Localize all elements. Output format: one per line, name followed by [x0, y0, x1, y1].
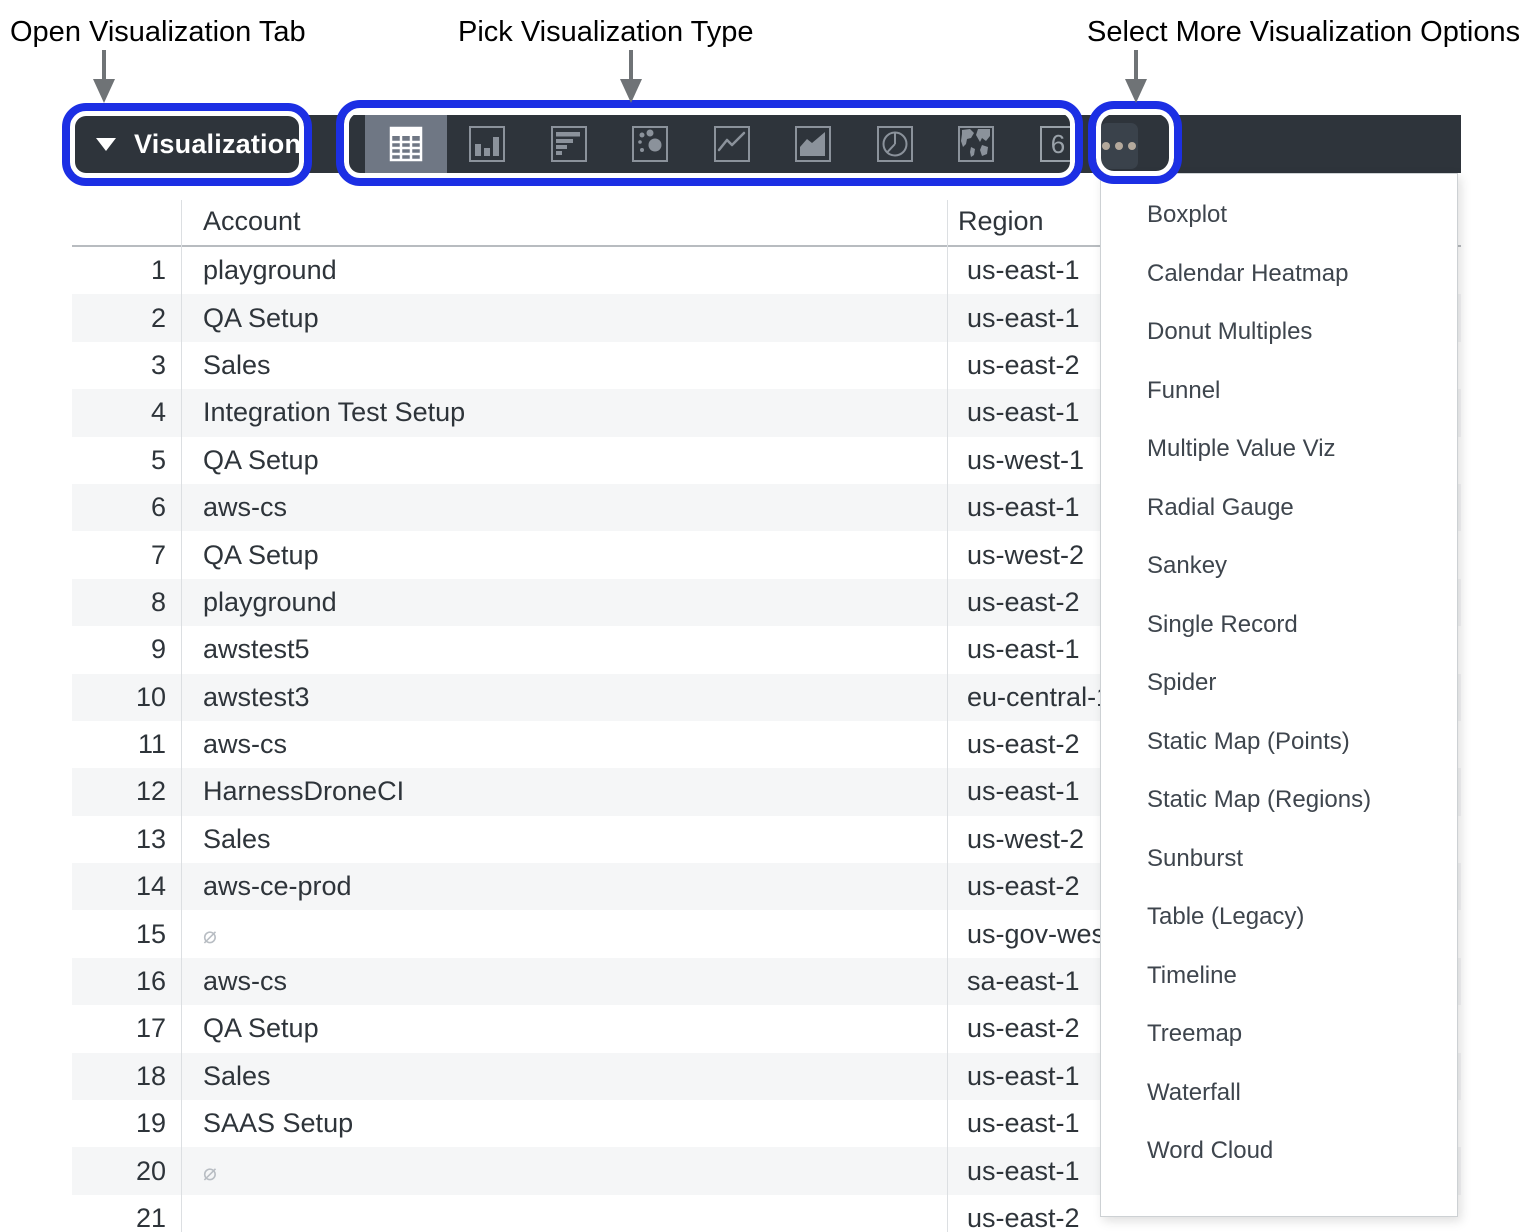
cell-account[interactable]: Sales — [181, 824, 947, 855]
cell-account[interactable]: HarnessDroneCI — [181, 776, 947, 807]
scatter-chart-icon[interactable] — [631, 125, 669, 163]
row-number: 12 — [72, 776, 181, 807]
menu-item-table-legacy[interactable]: Table (Legacy) — [1101, 888, 1457, 947]
cell-account[interactable]: Integration Test Setup — [181, 397, 947, 428]
cell-account[interactable]: awstest3 — [181, 682, 947, 713]
menu-item-boxplot[interactable]: Boxplot — [1101, 186, 1457, 245]
row-number: 21 — [72, 1203, 181, 1232]
cell-account[interactable]: Sales — [181, 350, 947, 381]
cell-account[interactable]: QA Setup — [181, 540, 947, 571]
menu-item-waterfall[interactable]: Waterfall — [1101, 1064, 1457, 1123]
cell-account[interactable]: QA Setup — [181, 445, 947, 476]
single-value-icon[interactable]: 6 — [1039, 125, 1077, 163]
row-number: 4 — [72, 397, 181, 428]
row-number: 17 — [72, 1013, 181, 1044]
svg-text:6: 6 — [1051, 129, 1065, 159]
row-number: 6 — [72, 492, 181, 523]
row-number: 2 — [72, 303, 181, 334]
cell-account[interactable]: aws-cs — [181, 966, 947, 997]
menu-item-word-cloud[interactable]: Word Cloud — [1101, 1122, 1457, 1181]
column-header-region[interactable]: Region — [958, 206, 1044, 237]
menu-item-timeline[interactable]: Timeline — [1101, 947, 1457, 1006]
region-column-separator — [947, 200, 948, 1232]
cell-account[interactable]: SAAS Setup — [181, 1108, 947, 1139]
menu-item-sunburst[interactable]: Sunburst — [1101, 830, 1457, 889]
cell-account[interactable]: Sales — [181, 1061, 947, 1092]
cell-account[interactable]: ⌀ — [181, 919, 947, 950]
cell-account[interactable]: playground — [181, 587, 947, 618]
row-number-separator — [181, 200, 182, 1232]
menu-item-static-map-points[interactable]: Static Map (Points) — [1101, 713, 1457, 772]
menu-item-spider[interactable]: Spider — [1101, 654, 1457, 713]
pie-chart-icon[interactable] — [876, 125, 914, 163]
null-value-icon: ⌀ — [203, 922, 217, 948]
row-number: 14 — [72, 871, 181, 902]
cell-account[interactable]: QA Setup — [181, 1013, 947, 1044]
cell-account[interactable]: awstest5 — [181, 634, 947, 665]
menu-item-calendar-heatmap[interactable]: Calendar Heatmap — [1101, 245, 1457, 304]
row-number: 1 — [72, 255, 181, 286]
cell-account[interactable]: aws-ce-prod — [181, 871, 947, 902]
cell-account[interactable]: ⌀ — [181, 1156, 947, 1187]
row-number: 20 — [72, 1156, 181, 1187]
row-number: 7 — [72, 540, 181, 571]
area-chart-icon[interactable] — [794, 125, 832, 163]
row-number: 3 — [72, 350, 181, 381]
visualization-toolbar: Visualization — [72, 115, 1461, 173]
column-chart-icon[interactable] — [468, 125, 506, 163]
cell-account[interactable]: aws-cs — [181, 492, 947, 523]
row-number: 5 — [72, 445, 181, 476]
row-number: 10 — [72, 682, 181, 713]
menu-item-sankey[interactable]: Sankey — [1101, 537, 1457, 596]
null-value-icon: ⌀ — [203, 1159, 217, 1185]
row-number: 9 — [72, 634, 181, 665]
visualization-tab[interactable]: Visualization — [72, 115, 302, 173]
annotation-open-visualization-tab: Open Visualization Tab — [10, 16, 306, 49]
cell-account[interactable]: QA Setup — [181, 303, 947, 334]
page: { "annotations": { "open_tab": "Open Vis… — [0, 0, 1528, 1232]
row-number: 16 — [72, 966, 181, 997]
row-number: 19 — [72, 1108, 181, 1139]
visualization-tab-label: Visualization — [134, 129, 301, 160]
annotation-pick-visualization-type: Pick Visualization Type — [458, 16, 754, 49]
menu-item-radial-gauge[interactable]: Radial Gauge — [1101, 479, 1457, 538]
menu-item-donut-multiples[interactable]: Donut Multiples — [1101, 303, 1457, 362]
row-number: 15 — [72, 919, 181, 950]
row-number: 11 — [72, 729, 181, 760]
menu-item-single-record[interactable]: Single Record — [1101, 596, 1457, 655]
cell-account[interactable]: playground — [181, 255, 947, 286]
chevron-down-icon — [96, 138, 116, 151]
line-chart-icon[interactable] — [713, 125, 751, 163]
more-visualizations-menu: BoxplotCalendar HeatmapDonut MultiplesFu… — [1100, 173, 1458, 1217]
more-options-button[interactable] — [1100, 123, 1138, 169]
row-number: 13 — [72, 824, 181, 855]
row-number: 18 — [72, 1061, 181, 1092]
cell-account[interactable]: aws-cs — [181, 729, 947, 760]
table-icon[interactable] — [387, 125, 425, 163]
menu-item-funnel[interactable]: Funnel — [1101, 362, 1457, 421]
ellipsis-icon — [1102, 142, 1110, 150]
menu-item-treemap[interactable]: Treemap — [1101, 1005, 1457, 1064]
row-number: 8 — [72, 587, 181, 618]
column-header-account[interactable]: Account — [203, 206, 301, 237]
annotation-select-more-options: Select More Visualization Options — [1087, 16, 1520, 49]
menu-item-static-map-regions[interactable]: Static Map (Regions) — [1101, 771, 1457, 830]
choropleth-map-icon[interactable] — [957, 125, 995, 163]
bar-chart-icon[interactable] — [550, 125, 588, 163]
menu-item-multiple-value-viz[interactable]: Multiple Value Viz — [1101, 420, 1457, 479]
